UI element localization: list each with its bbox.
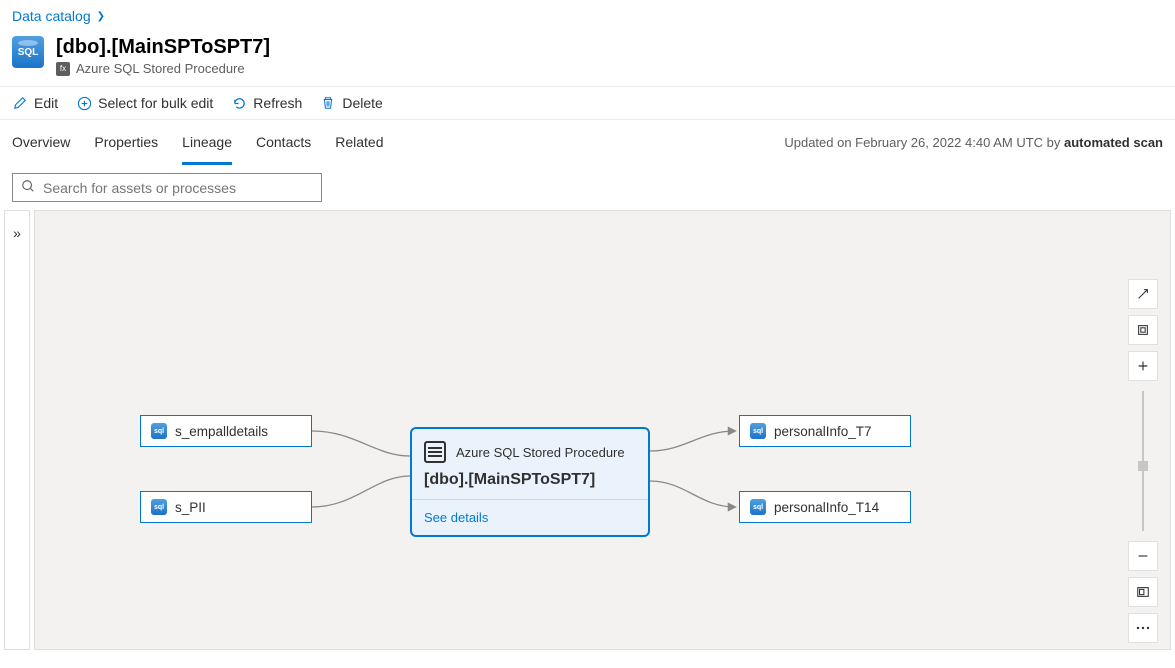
edit-button[interactable]: Edit (12, 95, 58, 111)
see-details-link[interactable]: See details (412, 499, 648, 535)
bulk-edit-button[interactable]: Select for bulk edit (76, 95, 213, 111)
sql-table-icon: sql (151, 499, 167, 515)
zoom-out-button[interactable] (1128, 541, 1158, 571)
zoom-slider-thumb[interactable] (1138, 461, 1148, 471)
expand-panel-handle[interactable]: » (4, 210, 30, 650)
delete-button[interactable]: Delete (320, 95, 382, 111)
lineage-search[interactable] (12, 173, 322, 202)
page-header: SQL [dbo].[MainSPToSPT7] fx Azure SQL St… (0, 32, 1175, 86)
lineage-output-node[interactable]: sql personalInfo_T7 (739, 415, 911, 447)
tab-properties[interactable]: Properties (94, 120, 158, 165)
page-subtitle: Azure SQL Stored Procedure (76, 61, 245, 76)
tab-overview[interactable]: Overview (12, 120, 70, 165)
refresh-button[interactable]: Refresh (231, 95, 302, 111)
fit-to-screen-button[interactable] (1128, 315, 1158, 345)
page-title: [dbo].[MainSPToSPT7] (56, 36, 270, 59)
command-bar: Edit Select for bulk edit Refresh Delete (0, 86, 1175, 120)
breadcrumb: Data catalog ❯ (0, 0, 1175, 32)
lineage-center-name: [dbo].[MainSPToSPT7] (424, 471, 636, 489)
tabs: Overview Properties Lineage Contacts Rel… (12, 120, 384, 165)
sql-table-icon: sql (151, 423, 167, 439)
chevron-right-icon: ❯ (97, 11, 105, 22)
pencil-icon (12, 96, 28, 110)
sql-table-icon: sql (750, 499, 766, 515)
canvas-controls (1128, 279, 1158, 643)
procedure-icon (424, 441, 446, 463)
breadcrumb-root[interactable]: Data catalog (12, 8, 91, 24)
sql-database-icon: SQL (12, 36, 44, 68)
trash-icon (320, 96, 336, 110)
tab-contacts[interactable]: Contacts (256, 120, 311, 165)
minimap-button[interactable] (1128, 577, 1158, 607)
zoom-slider[interactable] (1142, 391, 1144, 531)
updated-text: Updated on February 26, 2022 4:40 AM UTC… (784, 135, 1163, 150)
tab-related[interactable]: Related (335, 120, 383, 165)
lineage-output-node[interactable]: sql personalInfo_T14 (739, 491, 911, 523)
fullscreen-button[interactable] (1128, 279, 1158, 309)
chevron-double-right-icon: » (13, 225, 21, 241)
plus-circle-icon (76, 96, 92, 111)
lineage-center-node[interactable]: Azure SQL Stored Procedure [dbo].[MainSP… (410, 427, 650, 537)
lineage-input-node[interactable]: sql s_PII (140, 491, 312, 523)
tab-lineage[interactable]: Lineage (182, 120, 232, 165)
more-options-button[interactable] (1128, 613, 1158, 643)
lineage-input-node[interactable]: sql s_empalldetails (140, 415, 312, 447)
zoom-in-button[interactable] (1128, 351, 1158, 381)
lineage-canvas[interactable]: sql s_empalldetails sql s_PII Azure SQL … (34, 210, 1171, 650)
stored-procedure-icon: fx (56, 62, 70, 76)
refresh-icon (231, 96, 247, 111)
sql-table-icon: sql (750, 423, 766, 439)
search-input[interactable] (43, 180, 313, 196)
search-icon (21, 179, 35, 196)
